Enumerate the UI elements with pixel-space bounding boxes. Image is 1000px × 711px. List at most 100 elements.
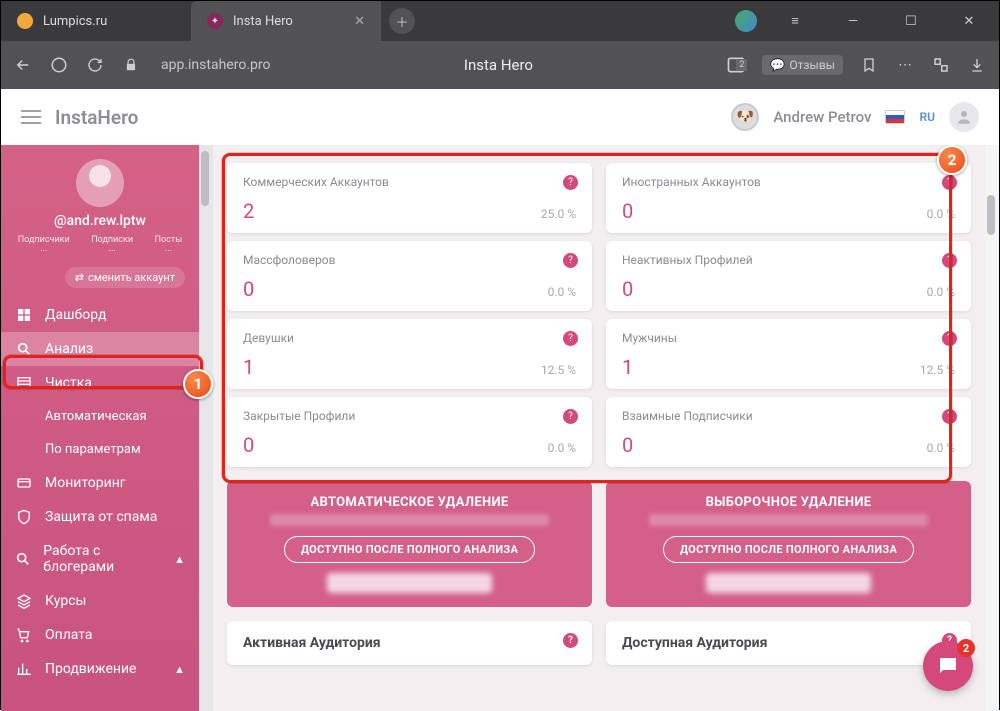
help-icon[interactable]: ? — [942, 409, 957, 424]
user-name[interactable]: Andrew Petrov — [773, 108, 871, 126]
card-title: Массфоловеров — [243, 253, 576, 267]
help-icon[interactable]: ? — [563, 175, 578, 190]
blurred-text — [327, 573, 492, 593]
tab-title: Insta Hero — [233, 14, 293, 29]
chat-button[interactable]: 2 — [923, 641, 973, 691]
sidebar-profile: @and.rew.lptw Подписчики··· Подписки··· … — [1, 145, 199, 298]
card-title: Неактивных Профилей — [622, 253, 955, 267]
metric-card-1: Иностранных Аккаунтов? 0 0.0 % — [606, 163, 971, 233]
inner-scrollbar[interactable] — [199, 145, 213, 711]
minimize-icon[interactable]: — — [833, 1, 873, 41]
reload-icon[interactable] — [85, 57, 105, 73]
card-value: 2 — [243, 199, 254, 223]
sidebar-item-10[interactable]: Продвижение▲ — [1, 652, 199, 686]
card-title: Коммерческих Аккаунтов — [243, 175, 576, 189]
bottom-card-title: Доступная Аудитория — [622, 635, 767, 651]
sidebar-item-1[interactable]: Анализ — [1, 332, 199, 366]
reviews-button[interactable]: 💬 Отзывы — [762, 55, 843, 75]
card-icon — [15, 475, 33, 491]
sidebar-item-label: Курсы — [45, 593, 86, 609]
browser-menu-icon[interactable]: ≡ — [775, 1, 815, 41]
sidebar-item-4[interactable]: По параметрам — [1, 433, 199, 466]
sidebar-handle: @and.rew.lptw — [7, 213, 193, 229]
sidebar-item-2[interactable]: Чистка — [1, 366, 199, 400]
card-percent: 0.0 % — [927, 207, 955, 221]
back-icon[interactable] — [13, 56, 33, 74]
browser-tabbar: Lumpics.ru ✦ Insta Hero ✕ ＋ ≡ — ☐ ✕ — [1, 1, 999, 41]
card-title: Мужчины — [622, 331, 955, 345]
blurred-text — [649, 514, 929, 526]
lock-icon[interactable] — [121, 58, 141, 72]
downloads-icon[interactable] — [967, 57, 987, 73]
sidebar-item-0[interactable]: Дашборд — [1, 298, 199, 332]
card-percent: 0.0 % — [927, 285, 955, 299]
sidebar-item-label: Автоматическая — [45, 409, 147, 424]
card-percent: 12.5 % — [920, 363, 955, 377]
tab-favicon — [17, 13, 33, 29]
card-title: Иностранных Аккаунтов — [622, 175, 955, 189]
card-value: 0 — [243, 277, 254, 301]
sidebar-badge: 2 — [736, 59, 747, 71]
sidebar-counters: Подписчики··· Подписки··· Посты··· — [7, 235, 193, 257]
sidebar-item-label: Чистка — [45, 375, 92, 391]
account-icon[interactable] — [949, 102, 979, 132]
hamburger-icon[interactable] — [21, 110, 41, 124]
list-icon — [15, 375, 33, 391]
sidebar-item-7[interactable]: Работа с блогерами▲ — [1, 534, 199, 584]
layers-icon — [15, 593, 33, 609]
bottom-card-row: Активная Аудитория?Доступная Аудитория? — [227, 621, 971, 665]
metric-card-0: Коммерческих Аккаунтов?225.0 % — [227, 163, 592, 233]
user-avatar[interactable]: 🐶 — [731, 103, 759, 131]
sidebar-item-label: Оплата — [45, 627, 93, 643]
banner-button[interactable]: ДОСТУПНО ПОСЛЕ ПОЛНОГО АНАЛИЗА — [284, 536, 535, 563]
sidebar-avatar[interactable] — [76, 159, 124, 207]
chevron-up-icon: ▲ — [174, 663, 185, 676]
sidebar-item-label: Анализ — [45, 341, 93, 357]
card-value: 0 — [243, 433, 254, 457]
app-title: InstaHero — [55, 106, 138, 129]
browser-tab-lumpics[interactable]: Lumpics.ru — [1, 1, 191, 41]
close-icon[interactable]: ✕ — [354, 14, 365, 29]
help-icon[interactable]: ? — [942, 331, 957, 346]
help-icon[interactable]: ? — [563, 409, 578, 424]
more-icon[interactable]: ⋯ — [895, 57, 915, 73]
maximize-icon[interactable]: ☐ — [891, 1, 931, 41]
card-title: Закрытые Профили — [243, 409, 576, 423]
card-value: 0 — [622, 433, 633, 457]
app-root: InstaHero 🐶 Andrew Petrov RU @and.rew.lp… — [1, 89, 999, 711]
chart-icon — [15, 661, 33, 677]
lang-label[interactable]: RU — [919, 110, 935, 124]
sidebar-item-3[interactable]: Автоматическая — [1, 400, 199, 433]
sidebar-toggle-icon[interactable]: 2 — [726, 55, 746, 75]
sidebar-item-8[interactable]: Курсы — [1, 584, 199, 618]
page-title: Insta Hero — [286, 56, 710, 74]
help-icon[interactable]: ? — [942, 253, 957, 268]
browser-tab-instahero[interactable]: ✦ Insta Hero ✕ — [191, 1, 381, 41]
metric-card-5: Мужчины?112.5 % — [606, 319, 971, 389]
help-icon[interactable]: ? — [563, 633, 578, 648]
yandex-icon[interactable] — [49, 56, 69, 74]
metric-card-7: Взаимные Подписчики?00.0 % — [606, 397, 971, 467]
page-scrollbar[interactable] — [985, 145, 999, 711]
card-value: 0 — [622, 199, 633, 223]
metric-grid: Коммерческих Аккаунтов?225.0 %Иностранны… — [227, 163, 971, 467]
new-tab-button[interactable]: ＋ — [389, 8, 415, 34]
extensions-icon[interactable] — [931, 56, 951, 74]
search2-icon — [15, 551, 31, 567]
bookmark-icon[interactable] — [859, 57, 879, 73]
url-text[interactable]: app.instahero.pro — [161, 57, 270, 73]
banner-button[interactable]: ДОСТУПНО ПОСЛЕ ПОЛНОГО АНАЛИЗА — [663, 536, 914, 563]
sidebar-item-label: По параметрам — [45, 442, 141, 457]
banner-0: АВТОМАТИЧЕСКОЕ УДАЛЕНИЕДОСТУПНО ПОСЛЕ ПО… — [227, 481, 592, 607]
sidebar-item-9[interactable]: Оплата — [1, 618, 199, 652]
help-icon[interactable]: ? — [563, 253, 578, 268]
content-area: Коммерческих Аккаунтов?225.0 %Иностранны… — [213, 145, 985, 711]
sidebar-item-6[interactable]: Защита от спама — [1, 500, 199, 534]
sidebar-item-5[interactable]: Мониторинг — [1, 466, 199, 500]
close-window-icon[interactable]: ✕ — [949, 1, 989, 41]
card-percent: 0.0 % — [548, 441, 576, 455]
browser-profile-avatar[interactable] — [735, 10, 757, 32]
help-icon[interactable]: ? — [563, 331, 578, 346]
switch-account-button[interactable]: ⇄ сменить аккаунт — [65, 267, 185, 288]
help-icon[interactable]: ? — [942, 175, 957, 190]
